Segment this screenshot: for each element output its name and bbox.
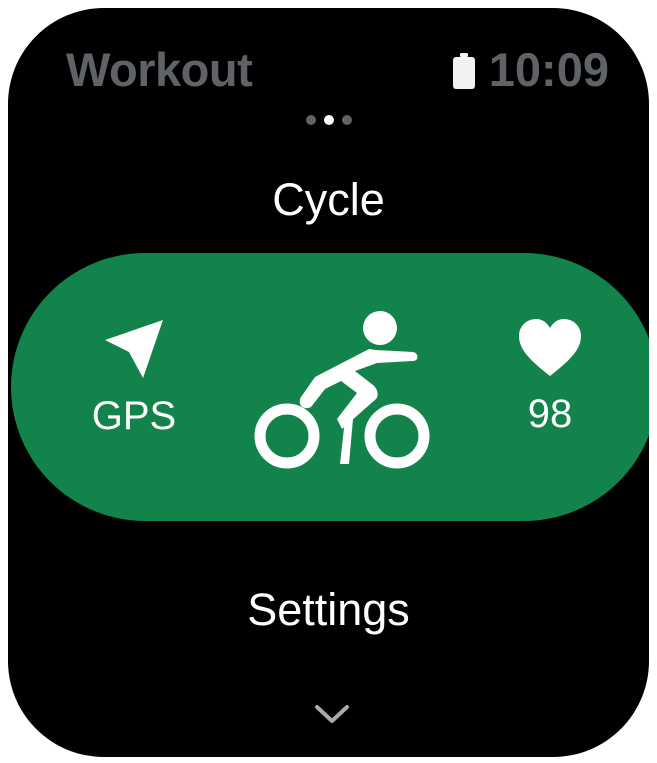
status-bar: 10:09 xyxy=(452,42,609,97)
heart-icon xyxy=(500,318,600,378)
page-dot xyxy=(305,115,316,125)
navigation-arrow-icon xyxy=(74,318,194,380)
watch-screen: Workout 10:09 Cycle GPS 98 Settings xyxy=(8,8,649,757)
app-title: Workout xyxy=(66,43,253,96)
page-dot-active xyxy=(323,115,334,125)
gps-status: GPS xyxy=(74,318,194,439)
bicycle-icon xyxy=(245,301,435,476)
activity-title: Cycle xyxy=(272,174,385,225)
clock-time: 10:09 xyxy=(488,43,609,96)
page-dot xyxy=(341,115,352,125)
gps-label: GPS xyxy=(91,394,177,438)
chevron-down-icon[interactable] xyxy=(314,704,350,731)
start-workout-button[interactable]: GPS 98 xyxy=(11,253,649,521)
page-indicator xyxy=(8,115,649,125)
heart-rate-value: 98 xyxy=(527,392,573,436)
settings-button[interactable]: Settings xyxy=(8,584,649,636)
battery-icon xyxy=(452,52,475,89)
heart-rate-status: 98 xyxy=(500,318,600,437)
